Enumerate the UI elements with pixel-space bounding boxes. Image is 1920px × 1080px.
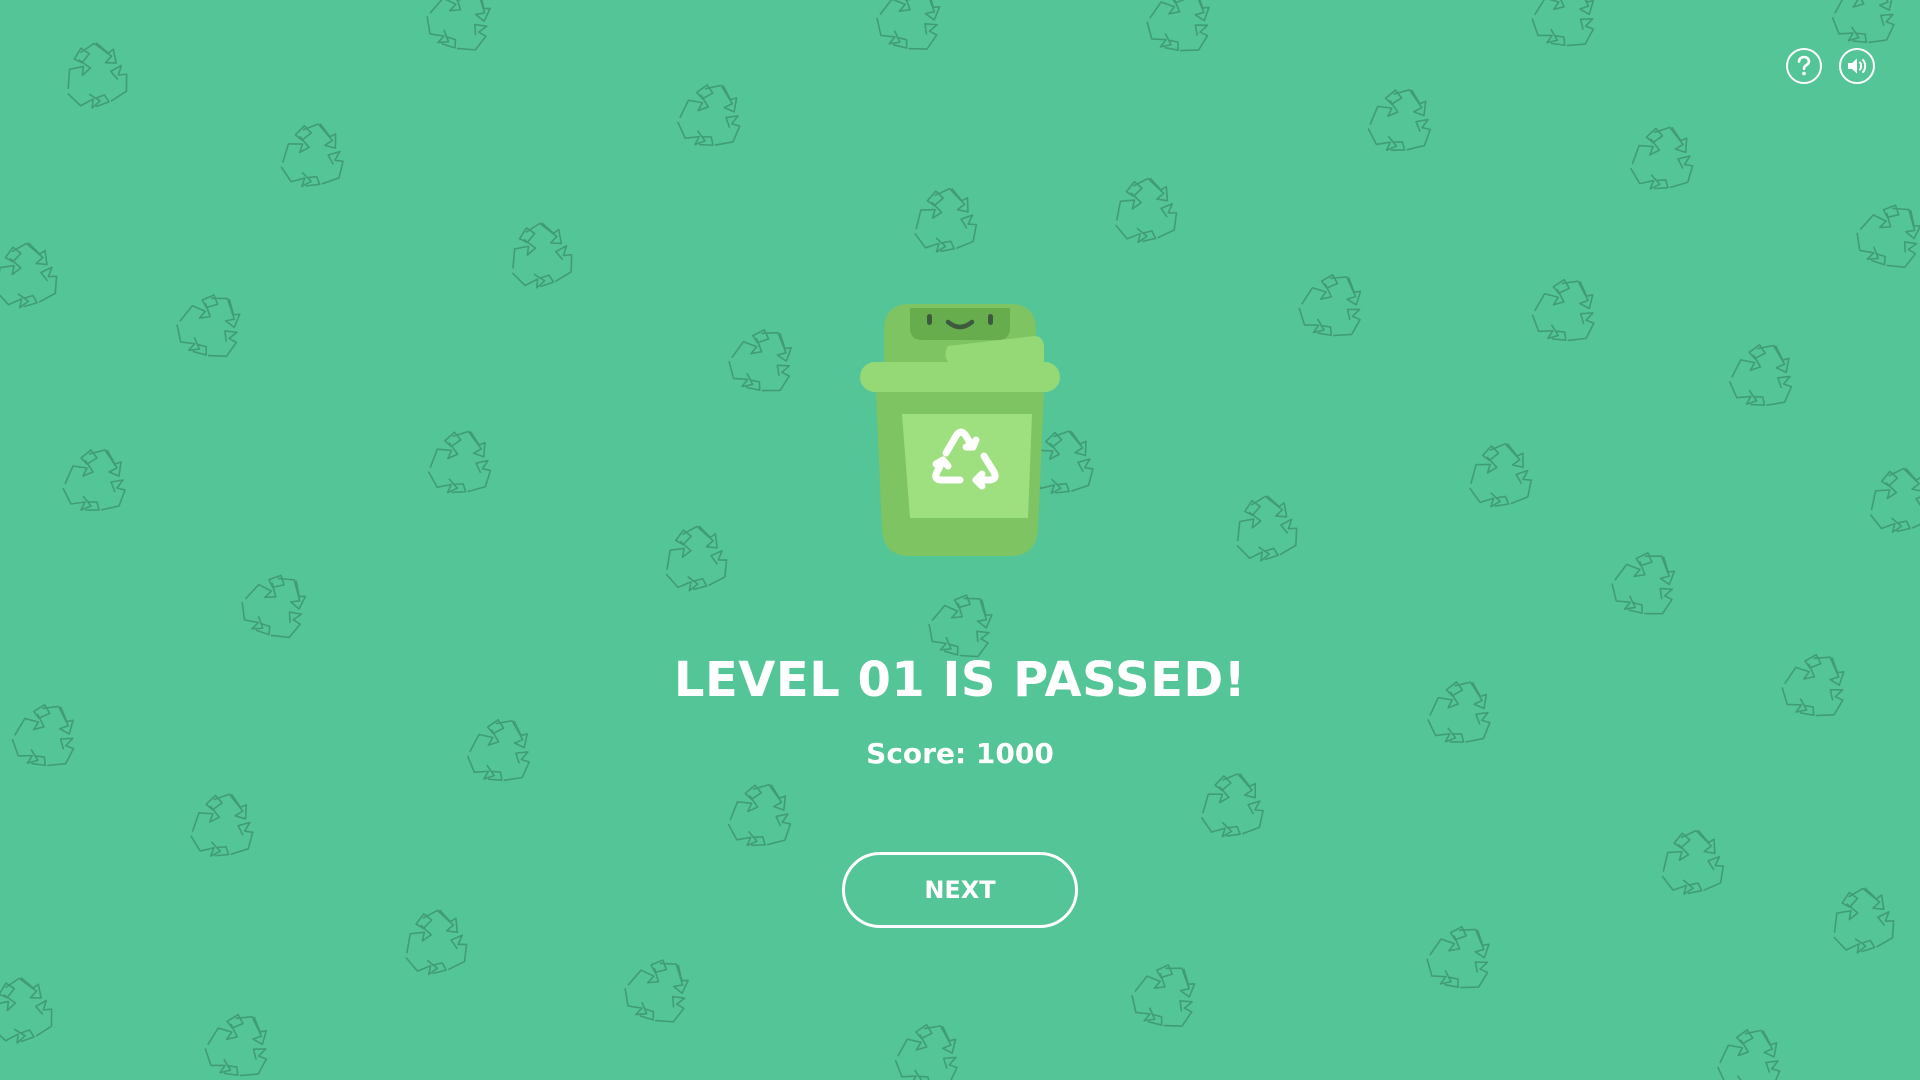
recycle-pattern-icon <box>1849 195 1920 274</box>
score-text: Score: 1000 <box>866 737 1054 770</box>
recycle-pattern-icon <box>1366 88 1432 152</box>
recycle-pattern-icon <box>1224 489 1304 568</box>
recycle-pattern-icon <box>1829 0 1899 46</box>
recycle-pattern-icon <box>1627 125 1695 191</box>
recycle-pattern-icon <box>1294 269 1368 341</box>
recycle-pattern-icon <box>1125 957 1203 1033</box>
recycle-pattern-icon <box>499 216 579 295</box>
next-button[interactable]: NEXT <box>842 852 1078 928</box>
recycle-pattern-icon <box>617 951 697 1029</box>
recycle-pattern-icon <box>1821 881 1901 959</box>
recycle-pattern-icon <box>1195 770 1267 840</box>
recycle-pattern-icon <box>395 904 473 980</box>
recycle-pattern-icon <box>1106 173 1182 248</box>
recycle-bin-mascot-icon <box>860 304 1060 556</box>
recycle-pattern-icon <box>201 1010 273 1080</box>
recycle-pattern-icon <box>1422 920 1496 993</box>
recycle-pattern-icon <box>1727 342 1795 408</box>
recycle-pattern-icon <box>1716 1028 1782 1080</box>
recycle-pattern-icon <box>676 83 742 147</box>
recycle-pattern-icon <box>1462 439 1536 511</box>
recycle-pattern-icon <box>723 323 799 397</box>
recycle-pattern-icon <box>419 0 499 57</box>
top-toolbar <box>1786 48 1875 84</box>
sound-button[interactable] <box>1839 48 1875 84</box>
level-complete-title: LEVEL 01 IS PASSED! <box>673 652 1247 708</box>
recycle-pattern-icon <box>1654 826 1728 899</box>
help-button[interactable] <box>1786 48 1822 84</box>
recycle-pattern-icon <box>425 429 493 495</box>
recycle-pattern-icon <box>1529 276 1599 344</box>
recycle-pattern-icon <box>870 0 948 56</box>
recycle-pattern-icon <box>186 791 256 859</box>
recycle-pattern-icon <box>1528 0 1600 50</box>
speaker-on-icon <box>1848 58 1867 74</box>
recycle-pattern-icon <box>1606 545 1682 620</box>
recycle-pattern-icon <box>275 120 347 190</box>
recycle-pattern-icon <box>62 449 126 511</box>
recycle-pattern-icon <box>0 237 63 314</box>
question-mark-icon <box>1797 55 1811 76</box>
recycle-pattern-icon <box>0 970 60 1050</box>
recycle-pattern-icon <box>726 783 792 847</box>
recycle-pattern-icon <box>892 1021 962 1080</box>
recycle-pattern-icon <box>1861 463 1920 537</box>
recycle-pattern-icon <box>234 565 314 644</box>
recycle-pattern-icon <box>170 286 248 363</box>
recycle-pattern-icon <box>907 184 981 256</box>
recycle-pattern-icon <box>53 35 135 115</box>
recycle-pattern-icon <box>655 520 733 597</box>
recycle-pattern-icon <box>1142 0 1216 56</box>
